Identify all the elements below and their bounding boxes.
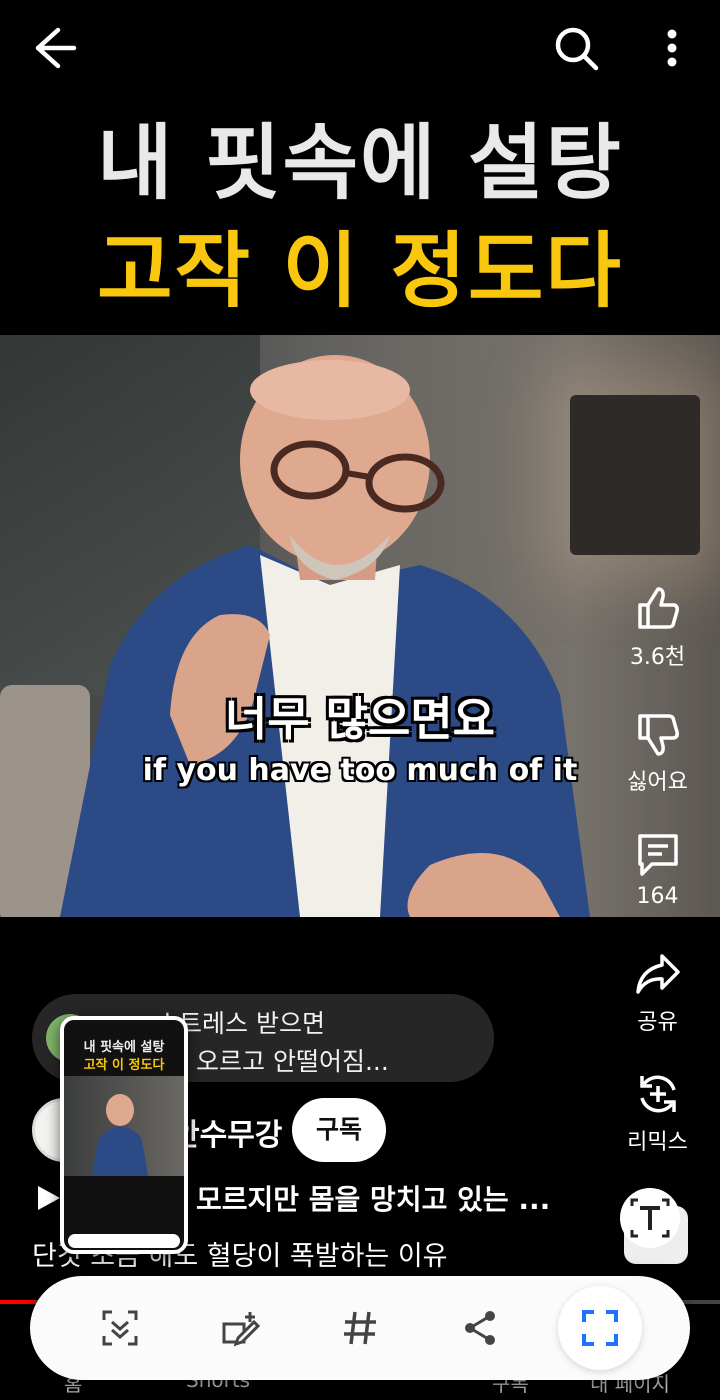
thumbnail-toolbar (68, 1234, 180, 1248)
comment-icon (637, 834, 678, 876)
like-count: 3.6천 (629, 645, 686, 670)
title-line-white: 내 핏속에 설탕 (97, 116, 623, 211)
subscribe-button[interactable]: 구독 (292, 1098, 386, 1162)
scroll-capture-button[interactable] (90, 1298, 150, 1358)
draw-crop-icon (222, 1312, 260, 1347)
text-extract-button[interactable] (618, 1186, 688, 1266)
search-icon[interactable] (552, 24, 600, 72)
thumbnail-title-line2: 고작 이 정도다 (83, 1058, 165, 1073)
share-nodes-icon (465, 1311, 495, 1345)
remix-icon (639, 1075, 676, 1113)
remix-button[interactable]: 리믹스 (610, 1070, 705, 1156)
dislike-button[interactable]: 싫어요 (610, 710, 705, 796)
channel-name[interactable]: 안수무강 (172, 1110, 282, 1154)
hashtag-icon (344, 1311, 376, 1345)
comment-button[interactable]: 164 (610, 830, 705, 909)
comment-count: 164 (636, 884, 679, 909)
remix-label: 리믹스 (627, 1130, 688, 1155)
share-label: 공유 (637, 1010, 678, 1035)
draw-crop-button[interactable] (210, 1298, 270, 1358)
thumbs-down-icon (637, 714, 679, 756)
top-bar (0, 0, 720, 100)
crop-frame-icon (582, 1310, 618, 1346)
like-button[interactable]: 3.6천 (610, 585, 705, 671)
share-capture-button[interactable] (450, 1298, 510, 1358)
play-icon (38, 1186, 60, 1210)
text-extract-icon (620, 1188, 688, 1264)
screenshot-thumbnail[interactable]: 내 핏속에 설탕 고작 이 정도다 (60, 1016, 188, 1254)
title-line-yellow: 고작 이 정도다 (97, 224, 623, 319)
more-vertical-icon[interactable] (652, 24, 692, 72)
share-icon (635, 954, 680, 994)
scroll-capture-icon (102, 1310, 138, 1346)
thumbs-up-icon (637, 587, 679, 629)
video-title-overlay: 내 핏속에 설탕 고작 이 정도다 (0, 100, 720, 335)
crop-frame-button[interactable] (558, 1286, 642, 1370)
dislike-label: 싫어요 (627, 770, 688, 795)
share-button[interactable]: 공유 (610, 950, 705, 1036)
thumbnail-speaker-image (92, 1094, 148, 1176)
progress-fill (0, 1300, 36, 1304)
hashtag-button[interactable] (330, 1298, 390, 1358)
playlist-title: 모르지만 몸을 망치고 있는 ... (196, 1183, 551, 1216)
back-arrow-icon[interactable] (30, 26, 80, 70)
capture-toolbar (30, 1276, 690, 1380)
comment-text-line2: 오르고 안떨어짐... (196, 1047, 389, 1076)
thumbnail-title-line1: 내 핏속에 설탕 (83, 1040, 165, 1055)
